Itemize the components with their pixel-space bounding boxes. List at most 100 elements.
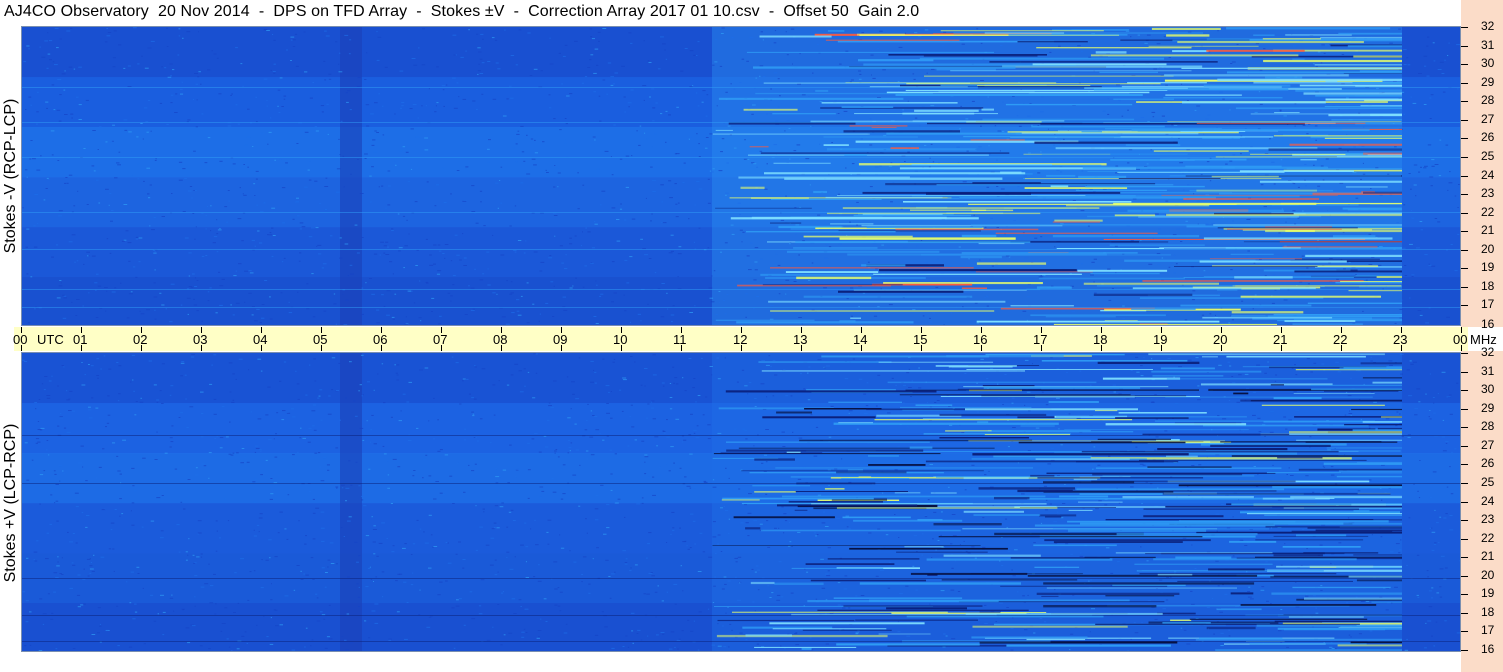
- noise-pixel: [572, 141, 576, 142]
- noise-pixel: [100, 368, 102, 370]
- noise-pixel: [1317, 309, 1319, 311]
- noise-pixel: [451, 356, 454, 358]
- noise-pixel: [402, 215, 406, 217]
- emission-streak: [1271, 592, 1402, 595]
- emission-streak: [977, 421, 989, 423]
- noise-pixel: [674, 153, 677, 155]
- noise-pixel: [1344, 244, 1346, 246]
- noise-pixel: [297, 451, 299, 453]
- noise-pixel: [753, 520, 758, 522]
- noise-pixel: [913, 78, 916, 80]
- noise-pixel: [727, 125, 731, 127]
- noise-pixel: [1447, 55, 1449, 56]
- emission-streak: [1226, 27, 1391, 30]
- noise-pixel: [82, 466, 84, 468]
- noise-pixel: [88, 409, 92, 411]
- noise-pixel: [1277, 499, 1282, 501]
- noise-pixel: [164, 452, 168, 454]
- noise-pixel: [1444, 620, 1447, 622]
- noise-pixel: [936, 258, 939, 260]
- noise-pixel: [1093, 446, 1096, 448]
- noise-pixel: [200, 553, 203, 555]
- noise-pixel: [386, 314, 390, 316]
- noise-pixel: [273, 72, 276, 74]
- emission-streak: [1354, 95, 1402, 97]
- noise-pixel: [999, 45, 1003, 46]
- noise-pixel: [566, 95, 570, 97]
- noise-pixel: [790, 592, 794, 594]
- noise-pixel: [1206, 161, 1210, 163]
- noise-pixel: [251, 306, 255, 308]
- noise-pixel: [1425, 322, 1429, 324]
- noise-pixel: [341, 487, 344, 489]
- noise-pixel: [216, 251, 219, 253]
- noise-pixel: [515, 64, 518, 66]
- noise-pixel: [1228, 629, 1231, 631]
- noise-pixel: [198, 31, 199, 33]
- noise-pixel: [1258, 255, 1260, 257]
- emission-streak: [1328, 114, 1402, 117]
- noise-pixel: [231, 650, 233, 651]
- noise-pixel: [324, 79, 327, 81]
- noise-pixel: [1130, 486, 1134, 488]
- emission-streak: [1265, 525, 1402, 528]
- noise-pixel: [132, 27, 137, 29]
- noise-pixel: [105, 188, 109, 190]
- noise-pixel: [365, 586, 369, 588]
- noise-pixel: [1039, 618, 1043, 619]
- noise-pixel: [231, 401, 235, 403]
- noise-pixel: [1113, 420, 1117, 422]
- emission-streak: [1034, 141, 1178, 144]
- noise-pixel: [205, 215, 208, 217]
- noise-pixel: [257, 358, 262, 360]
- noise-pixel: [260, 450, 262, 452]
- noise-pixel: [1186, 100, 1189, 101]
- noise-pixel: [720, 551, 723, 552]
- noise-pixel: [416, 427, 419, 429]
- noise-pixel: [689, 50, 694, 52]
- noise-pixel: [502, 469, 507, 471]
- noise-pixel: [113, 30, 117, 32]
- noise-pixel: [110, 210, 114, 211]
- noise-pixel: [141, 526, 144, 528]
- noise-pixel: [343, 186, 345, 188]
- noise-pixel: [1380, 536, 1383, 538]
- noise-pixel: [518, 599, 522, 601]
- noise-pixel: [200, 586, 205, 588]
- noise-pixel: [731, 629, 733, 631]
- noise-pixel: [292, 218, 295, 220]
- noise-pixel: [855, 595, 858, 597]
- noise-pixel: [788, 128, 791, 129]
- noise-pixel: [931, 68, 935, 70]
- emission-streak: [787, 250, 940, 253]
- noise-pixel: [657, 585, 659, 587]
- noise-pixel: [676, 639, 681, 641]
- noise-pixel: [407, 180, 410, 182]
- noise-pixel: [193, 190, 195, 191]
- noise-pixel: [29, 158, 32, 160]
- noise-pixel: [1288, 467, 1290, 469]
- noise-pixel: [834, 468, 838, 470]
- noise-pixel: [1033, 632, 1036, 634]
- noise-pixel: [473, 398, 477, 400]
- noise-pixel: [874, 166, 879, 168]
- noise-pixel: [317, 397, 320, 399]
- emission-streak: [1227, 71, 1402, 74]
- noise-pixel: [1133, 622, 1136, 624]
- emission-streak: [1052, 221, 1100, 223]
- noise-pixel: [458, 598, 462, 600]
- emission-streak: [1323, 462, 1402, 465]
- noise-pixel: [722, 625, 724, 627]
- noise-pixel: [572, 474, 577, 476]
- noise-pixel: [1195, 357, 1199, 359]
- noise-pixel: [26, 273, 29, 275]
- noise-pixel: [1414, 414, 1418, 416]
- noise-pixel: [1107, 98, 1109, 99]
- noise-pixel: [527, 469, 531, 471]
- noise-pixel: [363, 505, 367, 507]
- noise-pixel: [858, 78, 862, 80]
- noise-pixel: [258, 531, 260, 533]
- noise-pixel: [39, 474, 44, 476]
- noise-pixel: [55, 500, 59, 502]
- noise-pixel: [856, 428, 859, 430]
